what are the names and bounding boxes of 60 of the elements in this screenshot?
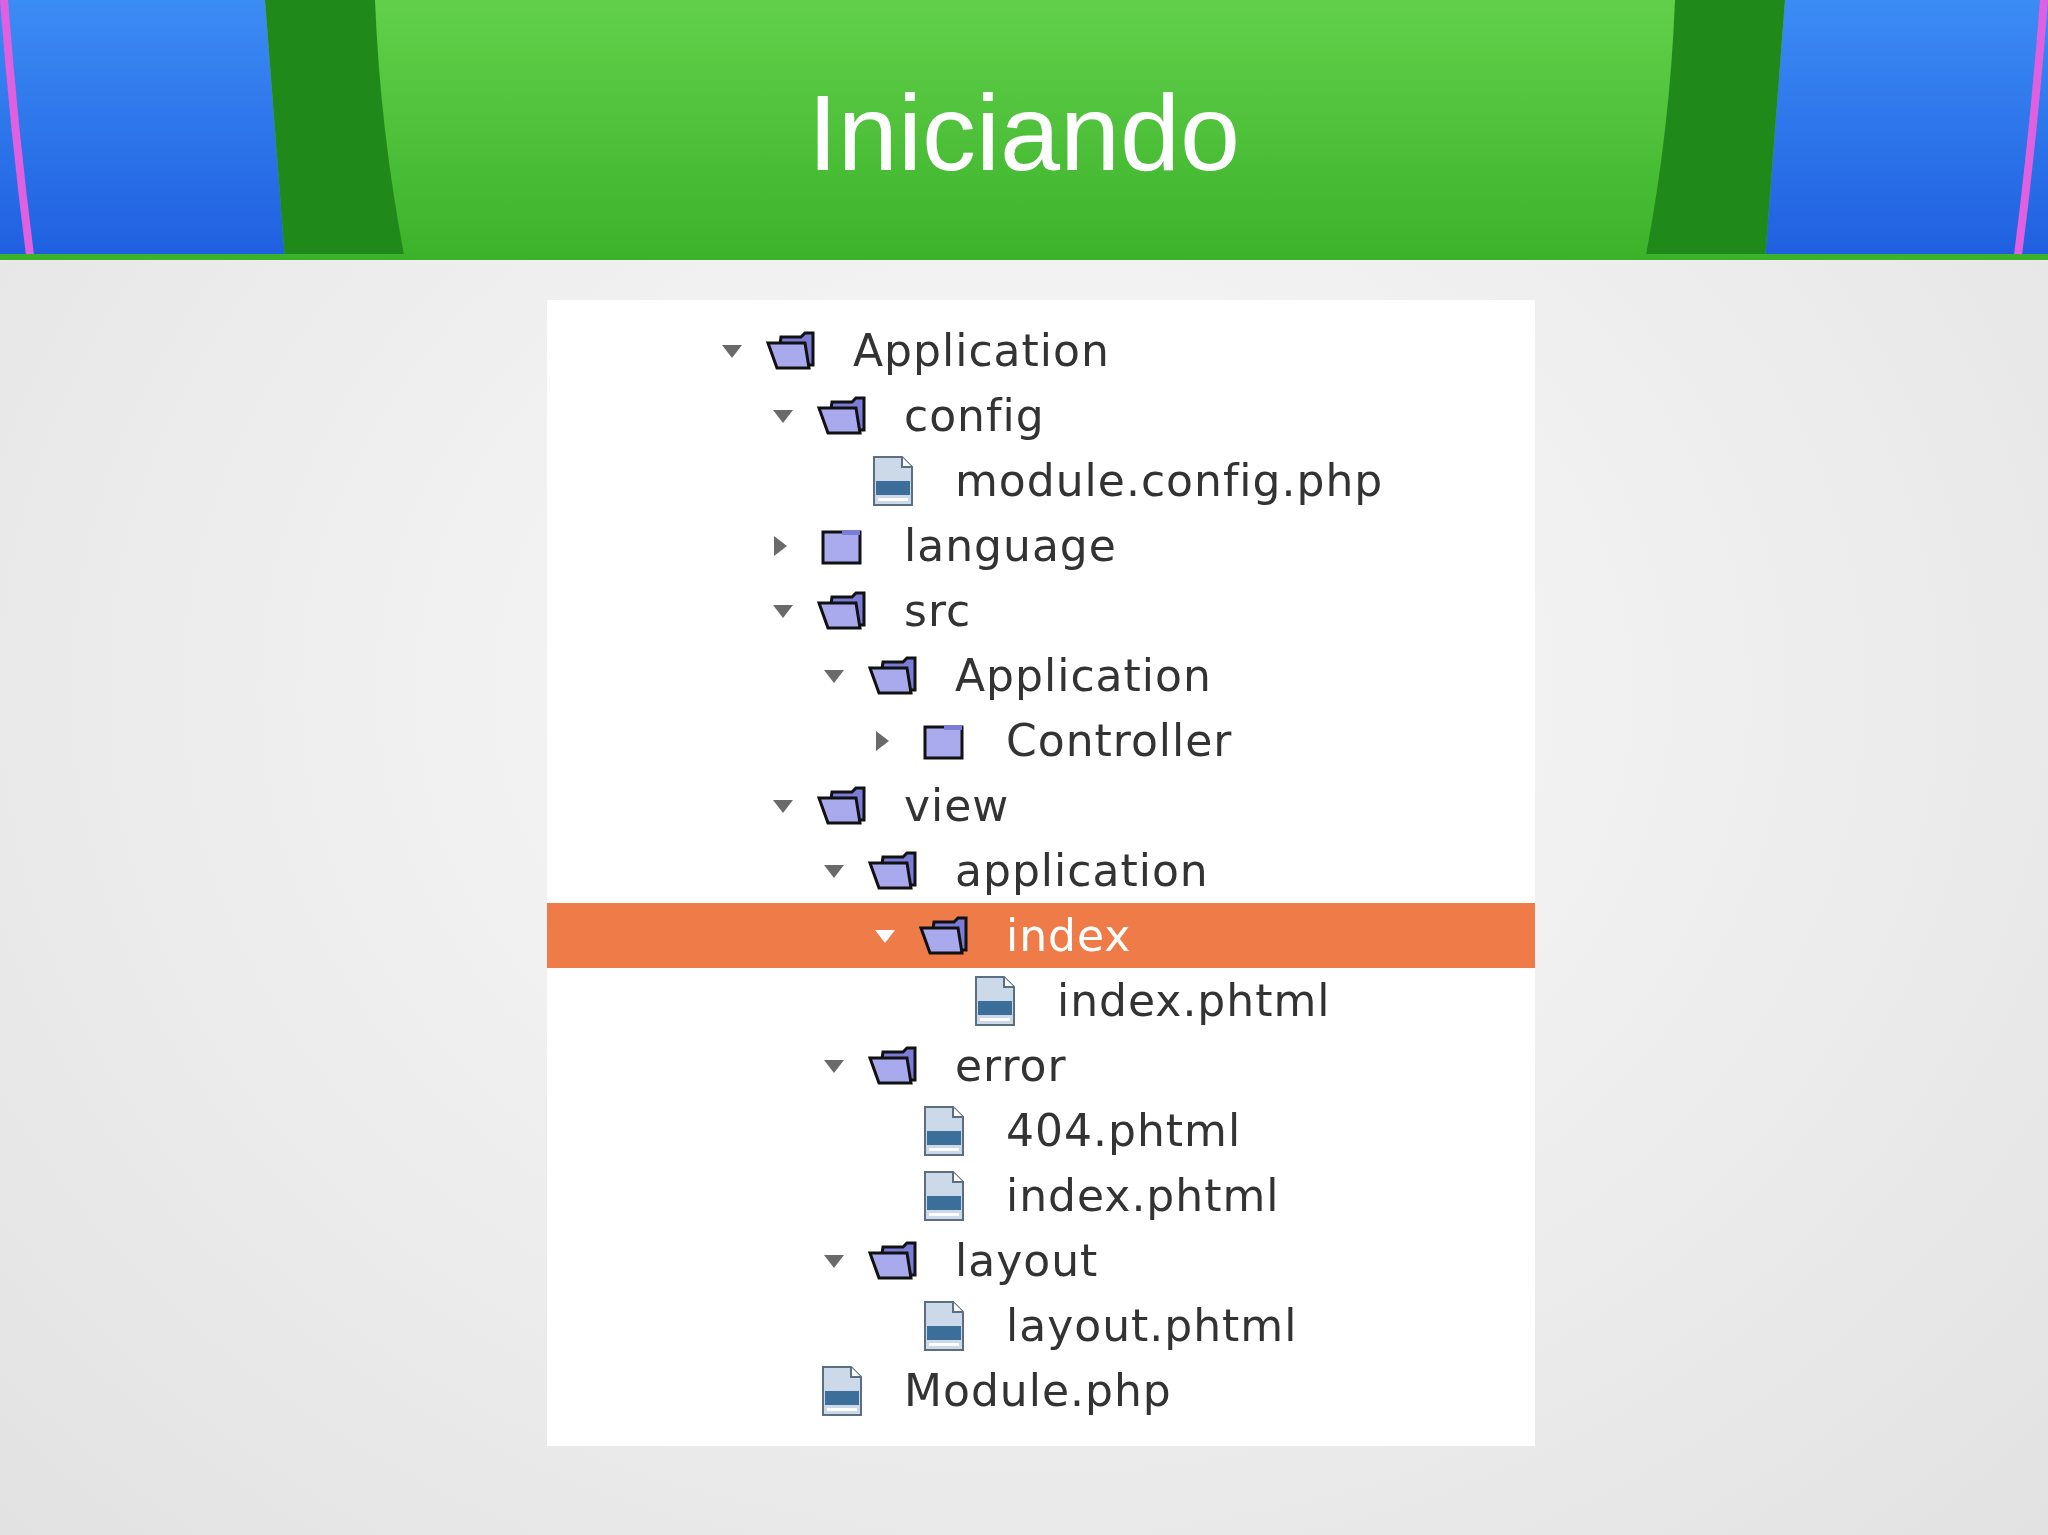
tree-row[interactable]: Module.php — [547, 1358, 1535, 1423]
tree-item-label: config — [904, 390, 1045, 441]
expand-arrow-icon[interactable] — [772, 407, 794, 424]
tree-row[interactable]: layout — [547, 1228, 1535, 1293]
tree-row[interactable]: view — [547, 773, 1535, 838]
tree-row[interactable]: config — [547, 383, 1535, 448]
tree-item-label: module.config.php — [955, 455, 1384, 506]
open-folder-icon — [816, 590, 868, 631]
tree-row[interactable]: src — [547, 578, 1535, 643]
tree-item-label: Application — [853, 325, 1110, 376]
expand-arrow-icon[interactable] — [823, 862, 845, 879]
expand-arrow-icon[interactable] — [823, 667, 845, 684]
tree-item-label: Application — [955, 650, 1212, 701]
expand-arrow-icon[interactable] — [772, 602, 794, 619]
tree-row[interactable]: module.config.php — [547, 448, 1535, 513]
open-folder-icon — [867, 1240, 919, 1281]
expand-arrow-icon[interactable] — [823, 1252, 845, 1269]
collapse-arrow-icon[interactable] — [772, 534, 788, 557]
tree-row[interactable]: Controller — [547, 708, 1535, 773]
php-file-icon — [821, 1364, 863, 1417]
tree-row[interactable]: 404.phtml — [547, 1098, 1535, 1163]
expand-arrow-icon[interactable] — [721, 342, 743, 359]
tree-row[interactable]: Application — [547, 643, 1535, 708]
tree-item-label: src — [904, 585, 972, 636]
php-file-icon — [872, 454, 914, 507]
tree-row[interactable]: error — [547, 1033, 1535, 1098]
tree-item-label: index — [1006, 910, 1132, 961]
php-file-icon — [923, 1299, 965, 1352]
open-folder-icon — [867, 850, 919, 891]
php-file-icon — [923, 1104, 965, 1157]
php-file-icon — [923, 1169, 965, 1222]
open-folder-icon — [816, 395, 868, 436]
open-folder-icon — [867, 1045, 919, 1086]
open-folder-icon — [765, 330, 817, 371]
open-folder-icon — [918, 915, 970, 956]
tree-row[interactable]: language — [547, 513, 1535, 578]
tree-row[interactable]: application — [547, 838, 1535, 903]
expand-arrow-icon[interactable] — [874, 927, 896, 944]
tree-item-label: Controller — [1006, 715, 1233, 766]
tree-item-label: index.phtml — [1057, 975, 1331, 1026]
open-folder-icon — [867, 655, 919, 696]
expand-arrow-icon[interactable] — [772, 797, 794, 814]
tree-row[interactable]: layout.phtml — [547, 1293, 1535, 1358]
expand-arrow-icon[interactable] — [823, 1057, 845, 1074]
tree-row[interactable]: Application — [547, 318, 1535, 383]
tree-item-label: 404.phtml — [1006, 1105, 1242, 1156]
tree-row[interactable]: index.phtml — [547, 968, 1535, 1033]
collapse-arrow-icon[interactable] — [874, 729, 890, 752]
tree-item-label: Module.php — [904, 1365, 1172, 1416]
slide-title: Iniciando — [807, 73, 1241, 193]
tree-item-label: language — [904, 520, 1117, 571]
tree-item-label: layout.phtml — [1006, 1300, 1298, 1351]
tree-item-label: error — [955, 1040, 1067, 1091]
open-folder-icon — [816, 785, 868, 826]
tree-item-label: layout — [955, 1235, 1099, 1286]
tree-item-label: index.phtml — [1006, 1170, 1280, 1221]
tree-item-label: view — [904, 780, 1010, 831]
php-file-icon — [974, 974, 1016, 1027]
tree-item-label: application — [955, 845, 1209, 896]
tree-row[interactable]: index.phtml — [547, 1163, 1535, 1228]
